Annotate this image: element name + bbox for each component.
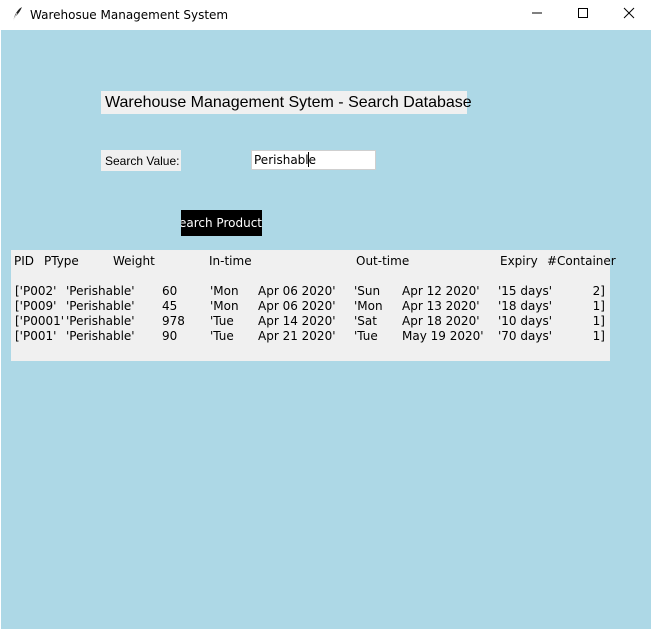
table-cell: 45 bbox=[162, 299, 178, 313]
table-cell: 'Mon bbox=[210, 299, 239, 313]
results-panel: PID PType Weight In-time Out-time Expiry… bbox=[11, 250, 616, 361]
header-out-time: Out-time bbox=[356, 254, 410, 268]
table-cell: 1] bbox=[592, 314, 605, 328]
table-cell: 'Perishable' bbox=[66, 284, 135, 298]
table-cell: '18 days' bbox=[498, 299, 553, 313]
table-cell: 978 bbox=[162, 314, 185, 328]
header-pid: PID bbox=[14, 254, 35, 268]
table-cell: Apr 13 2020' bbox=[402, 299, 480, 313]
table-cell: Apr 18 2020' bbox=[402, 314, 480, 328]
text-caret bbox=[308, 152, 309, 167]
table-cell: '15 days' bbox=[498, 284, 553, 298]
minimize-button[interactable] bbox=[514, 0, 560, 30]
header-expiry: Expiry bbox=[500, 254, 538, 268]
table-cell: 'Tue bbox=[354, 329, 378, 343]
table-cell: 'Mon bbox=[354, 299, 383, 313]
search-input[interactable] bbox=[251, 150, 376, 170]
table-cell: Apr 21 2020' bbox=[258, 329, 336, 343]
table-cell: ['P009' bbox=[15, 299, 57, 313]
maximize-icon bbox=[577, 6, 589, 24]
feather-icon bbox=[10, 6, 24, 22]
table-cell: Apr 06 2020' bbox=[258, 299, 336, 313]
table-cell: 'Tue bbox=[210, 314, 234, 328]
window-title: Warehosue Management System bbox=[30, 8, 229, 22]
minimize-icon bbox=[531, 6, 543, 24]
table-cell: ['P002' bbox=[15, 284, 57, 298]
table-cell: 'Sun bbox=[354, 284, 381, 298]
table-cell: 60 bbox=[162, 284, 178, 298]
table-cell: 'Perishable' bbox=[66, 329, 135, 343]
table-cell: '70 days' bbox=[498, 329, 553, 343]
table-cell: Apr 14 2020' bbox=[258, 314, 336, 328]
table-cell: 'Perishable' bbox=[66, 299, 135, 313]
table-cell: ['P001' bbox=[15, 329, 57, 343]
table-cell: 2] bbox=[592, 284, 605, 298]
close-button[interactable] bbox=[606, 0, 652, 30]
table-cell: 'Mon bbox=[210, 284, 239, 298]
table-cell: 1] bbox=[592, 299, 605, 313]
table-cell: Apr 06 2020' bbox=[258, 284, 336, 298]
header-weight: Weight bbox=[113, 254, 155, 268]
table-cell: 'Perishable' bbox=[66, 314, 135, 328]
close-icon bbox=[623, 6, 635, 24]
table-cell: May 19 2020' bbox=[402, 329, 484, 343]
table-cell: 1] bbox=[592, 329, 605, 343]
title-bar: Warehosue Management System bbox=[0, 0, 652, 30]
table-cell: Apr 12 2020' bbox=[402, 284, 480, 298]
header-in-time: In-time bbox=[209, 254, 252, 268]
header-ptype: PType bbox=[44, 254, 79, 268]
maximize-button[interactable] bbox=[560, 0, 606, 30]
table-cell: '10 days' bbox=[498, 314, 553, 328]
table-cell: 'Sat bbox=[354, 314, 377, 328]
app-window-body: Warehouse Management Sytem - Search Data… bbox=[1, 30, 651, 629]
header-container: #Container bbox=[547, 254, 616, 268]
search-product-button[interactable]: Search Product bbox=[181, 210, 262, 236]
page-title: Warehouse Management Sytem - Search Data… bbox=[101, 91, 472, 114]
search-value-label: Search Value: bbox=[101, 150, 181, 171]
table-cell: 'Tue bbox=[210, 329, 234, 343]
table-cell: ['P0001' bbox=[15, 314, 65, 328]
table-cell: 90 bbox=[162, 329, 178, 343]
